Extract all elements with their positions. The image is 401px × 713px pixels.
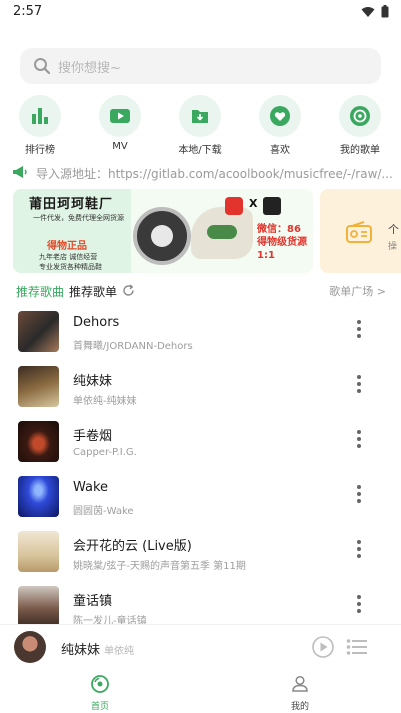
tab-recommend-songs[interactable]: 推荐歌曲 xyxy=(16,283,64,300)
song-row[interactable]: Dehors 首舞曦/JORDANN-Dehors xyxy=(0,305,401,360)
banner-x: X xyxy=(249,197,258,210)
more-vertical-icon[interactable] xyxy=(352,374,366,396)
playlist-plaza-link[interactable]: 歌单广场 > xyxy=(329,283,386,299)
song-cover xyxy=(18,311,59,352)
song-subtitle: 首舞曦/JORDANN-Dehors xyxy=(73,341,193,352)
player-cover xyxy=(14,631,46,663)
heart-icon xyxy=(259,95,301,137)
player-title: 纯妹妹 xyxy=(61,643,101,658)
song-cover xyxy=(18,531,59,572)
banner-line3: 专业发货各种精品鞋 xyxy=(39,263,102,271)
quick-nav-ranking[interactable]: 排行榜 xyxy=(10,95,70,156)
battery-icon xyxy=(381,5,389,18)
promo-banner-2[interactable]: 个 操 xyxy=(320,189,401,273)
tab-recommend-playlists[interactable]: 推荐歌单 xyxy=(69,283,117,300)
search-placeholder: 搜你想搜~ xyxy=(58,61,121,76)
radio-icon xyxy=(346,221,372,243)
song-row[interactable]: 手卷烟 Capper-P.I.G. xyxy=(0,415,401,470)
quick-nav-label: 喜欢 xyxy=(270,145,290,156)
quick-nav-label: MV xyxy=(112,141,128,152)
brand-logo-dark xyxy=(263,197,281,215)
quick-nav-local[interactable]: 本地/下载 xyxy=(170,95,230,156)
banner-line2: 九年老店 诚信经营 xyxy=(39,253,98,261)
search-icon xyxy=(34,58,51,75)
more-vertical-icon[interactable] xyxy=(352,539,366,561)
banner-right-text: 微信：86 得物级货源1:1 xyxy=(257,224,307,261)
more-vertical-icon[interactable] xyxy=(352,319,366,341)
banner-line1: 一件代发，免费代理全网货源 xyxy=(33,214,124,222)
song-row[interactable]: 纯妹妹 单依纯-纯妹妹 xyxy=(0,360,401,415)
bottom-nav: 首页 我的 xyxy=(0,670,401,713)
recommend-tabs: 推荐歌曲 推荐歌单 歌单广场 > xyxy=(16,283,386,301)
nav-home[interactable]: 首页 xyxy=(70,674,130,712)
player-artist: 单依纯 xyxy=(104,646,134,657)
nav-home-label: 首页 xyxy=(90,702,109,712)
video-icon xyxy=(99,95,141,137)
nav-mine[interactable]: 我的 xyxy=(270,674,330,712)
song-cover xyxy=(18,476,59,517)
song-row[interactable]: 会开花的云 (Live版) 姚晓棠/弦子-天赐的声音第五季 第11期 xyxy=(0,525,401,580)
quick-nav: 排行榜 MV 本地/下载 喜欢 我的歌单 xyxy=(0,95,401,157)
search-bar[interactable]: 搜你想搜~ xyxy=(20,48,381,84)
banner2-text1: 个 xyxy=(388,223,399,236)
quick-nav-label: 本地/下载 xyxy=(178,145,222,156)
status-time: 2:57 xyxy=(13,4,43,19)
song-title: 童话镇 xyxy=(73,594,113,609)
song-row[interactable]: Wake 圆圆茵-Wake xyxy=(0,470,401,525)
refresh-icon[interactable] xyxy=(122,284,135,297)
play-icon[interactable] xyxy=(312,636,334,658)
wifi-icon xyxy=(361,6,375,17)
megaphone-icon xyxy=(13,166,27,178)
home-disc-icon xyxy=(91,675,109,693)
banner-title: 莆田珂珂鞋厂 xyxy=(29,197,114,212)
song-cover xyxy=(18,586,59,627)
chart-bars-icon xyxy=(19,95,61,137)
more-vertical-icon[interactable] xyxy=(352,484,366,506)
watch-image xyxy=(133,207,191,265)
song-title: Wake xyxy=(73,480,109,495)
shoe-image xyxy=(191,207,253,259)
song-subtitle: 单依纯-纯妹妹 xyxy=(73,396,137,407)
playlist-queue-icon[interactable] xyxy=(346,637,368,657)
song-title: 会开花的云 (Live版) xyxy=(73,539,192,554)
more-vertical-icon[interactable] xyxy=(352,594,366,616)
mini-player[interactable]: 纯妹妹 单依纯 xyxy=(0,624,401,670)
import-source-notice[interactable]: 导入源地址：https://gitlab.com/acoolbook/music… xyxy=(12,164,401,182)
disc-icon xyxy=(339,95,381,137)
brand-logo-red xyxy=(225,197,243,215)
song-subtitle: 圆圆茵-Wake xyxy=(73,506,134,517)
quick-nav-mv[interactable]: MV xyxy=(90,95,150,152)
notice-text: 导入源地址：https://gitlab.com/acoolbook/music… xyxy=(36,167,393,181)
more-vertical-icon[interactable] xyxy=(352,429,366,451)
nav-mine-label: 我的 xyxy=(290,702,309,712)
song-cover xyxy=(18,421,59,462)
status-bar: 2:57 xyxy=(0,0,401,26)
song-subtitle: 姚晓棠/弦子-天赐的声音第五季 第11期 xyxy=(73,561,246,572)
song-title: Dehors xyxy=(73,315,120,330)
folder-download-icon xyxy=(179,95,221,137)
banner-tag: 得物正品 xyxy=(47,241,87,252)
quick-nav-my-playlists[interactable]: 我的歌单 xyxy=(330,95,390,156)
banner2-text2: 操 xyxy=(388,242,398,252)
song-subtitle: Capper-P.I.G. xyxy=(73,447,137,458)
quick-nav-favorites[interactable]: 喜欢 xyxy=(250,95,310,156)
song-title: 手卷烟 xyxy=(73,429,113,444)
song-title: 纯妹妹 xyxy=(73,374,113,389)
quick-nav-label: 排行榜 xyxy=(25,145,55,156)
promo-banner[interactable]: 莆田珂珂鞋厂 一件代发，免费代理全网货源 得物正品 九年老店 诚信经营 专业发货… xyxy=(13,189,313,273)
person-icon xyxy=(292,675,308,692)
quick-nav-label: 我的歌单 xyxy=(340,145,380,156)
status-icons xyxy=(361,5,389,18)
song-cover xyxy=(18,366,59,407)
